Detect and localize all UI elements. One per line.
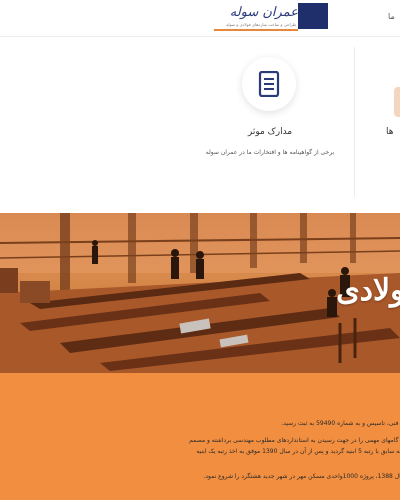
hero-banner: فولادی xyxy=(0,213,400,373)
feature-description: برخی از گواهینامه ها و افتخارات ما در عم… xyxy=(205,149,335,156)
about-line-3: رجه سابق با رتبه 5 ابنیه گردید و پس از آ… xyxy=(196,448,400,455)
about-section: ت فنی، تاسیس و به شماره 59490 به ثبت رسی… xyxy=(0,373,400,500)
about-line-4: سال 1388، پروژه 1000واحدی مسکن مهر در شه… xyxy=(203,473,400,480)
site-logo[interactable]: عمران سوله طراحی و ساخت سازه‌های فولادی … xyxy=(208,3,328,31)
hero-heading: فولادی xyxy=(336,273,400,308)
about-line-2: ت گامهای مهمی را در جهت رسیدن به استاندا… xyxy=(189,437,400,444)
feature-title-partial: ها xyxy=(386,127,394,137)
features-section: مدارک موثر برخی از گواهینامه ها و افتخار… xyxy=(0,37,400,213)
document-icon[interactable] xyxy=(242,57,296,111)
logo-title: عمران سوله xyxy=(229,5,298,20)
site-header: عمران سوله طراحی و ساخت سازه‌های فولادی … xyxy=(0,0,400,37)
about-line-1: ت فنی، تاسیس و به شماره 59490 به ثبت رسی… xyxy=(281,420,400,427)
feature-title: مدارک موثر xyxy=(247,127,293,137)
logo-underline xyxy=(214,29,298,31)
feature-icon-partial xyxy=(394,87,400,117)
nav-item-partial[interactable]: ما xyxy=(388,12,395,21)
logo-mark xyxy=(298,3,328,29)
logo-tagline: طراحی و ساخت سازه‌های فولادی و سوله xyxy=(226,22,296,27)
feature-divider xyxy=(354,47,355,197)
